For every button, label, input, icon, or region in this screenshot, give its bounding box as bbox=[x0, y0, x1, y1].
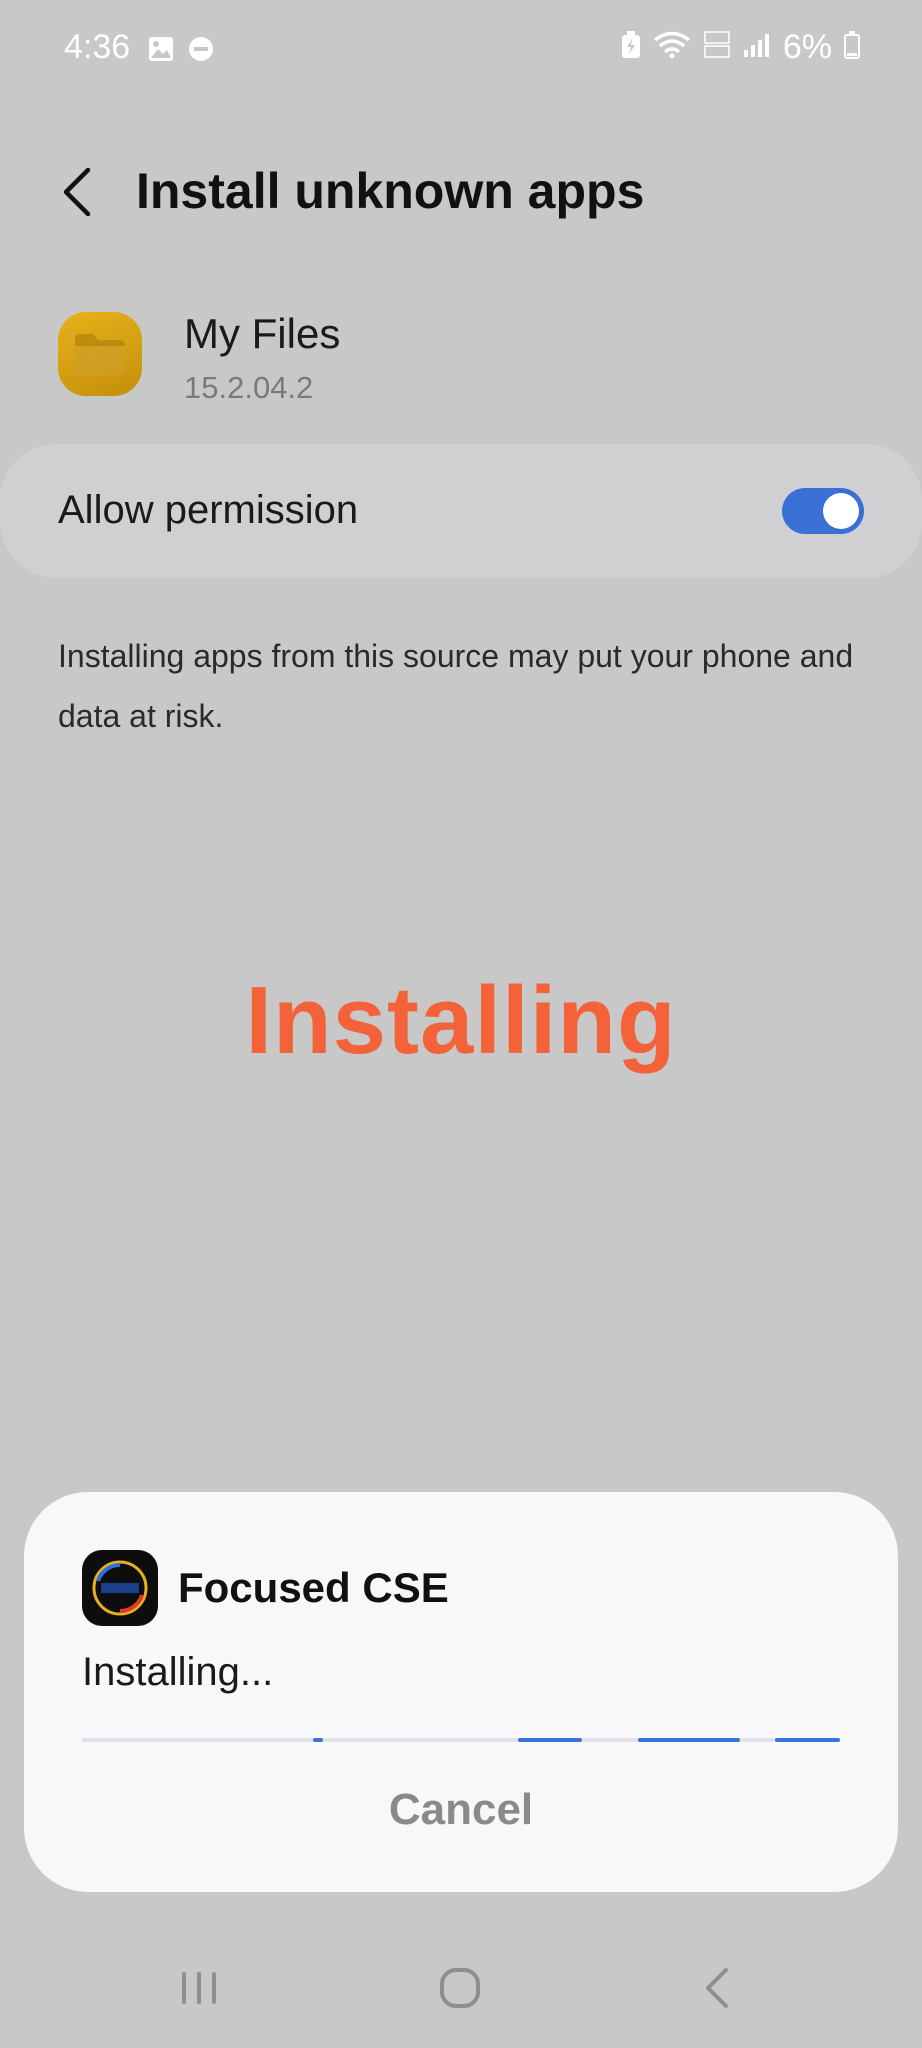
app-name: My Files bbox=[184, 310, 341, 357]
status-time: 4:36 bbox=[64, 28, 131, 66]
progress-segment bbox=[638, 1738, 740, 1742]
toggle-knob bbox=[823, 493, 859, 529]
nav-back-button[interactable] bbox=[702, 1966, 732, 2015]
home-button[interactable] bbox=[438, 1966, 482, 2015]
battery-percent: 6% bbox=[782, 28, 832, 66]
battery-saver-icon bbox=[621, 31, 641, 64]
installing-overlay-caption: Installing bbox=[245, 967, 677, 1074]
progress-segment bbox=[518, 1738, 582, 1742]
recent-apps-button[interactable] bbox=[178, 1968, 220, 2013]
allow-permission-label: Allow permission bbox=[58, 488, 359, 532]
do-not-disturb-icon bbox=[188, 36, 214, 67]
warning-text: Installing apps from this source may put… bbox=[58, 638, 854, 734]
wifi-icon bbox=[653, 31, 691, 64]
signal-icon bbox=[743, 32, 771, 63]
back-button[interactable] bbox=[46, 160, 106, 224]
nav-back-icon bbox=[706, 1968, 728, 2008]
allow-permission-toggle[interactable] bbox=[782, 488, 864, 534]
folder-icon bbox=[75, 334, 125, 375]
gallery-icon bbox=[148, 36, 174, 67]
cancel-button[interactable]: Cancel bbox=[300, 1774, 622, 1846]
battery-icon bbox=[844, 31, 860, 64]
install-progress-bar bbox=[82, 1738, 840, 1742]
home-icon bbox=[440, 1968, 480, 2008]
recent-apps-icon bbox=[182, 1972, 216, 2004]
progress-segment bbox=[775, 1738, 840, 1742]
volte-icon bbox=[703, 30, 731, 65]
dialog-app-name: Focused CSE bbox=[178, 1564, 449, 1611]
status-left-icons bbox=[148, 36, 214, 67]
dialog-status: Installing... bbox=[82, 1650, 274, 1694]
status-right-icons: 6% bbox=[621, 28, 860, 67]
page-title: Install unknown apps bbox=[136, 163, 645, 219]
my-files-app-icon bbox=[58, 312, 142, 396]
status-bar: 4:36 6% bbox=[0, 0, 922, 100]
focused-cse-app-icon bbox=[82, 1550, 158, 1626]
app-version: 15.2.04.2 bbox=[184, 370, 314, 405]
navigation-bar bbox=[0, 1940, 922, 2048]
progress-segment bbox=[313, 1738, 323, 1742]
chevron-left-icon bbox=[63, 167, 91, 217]
